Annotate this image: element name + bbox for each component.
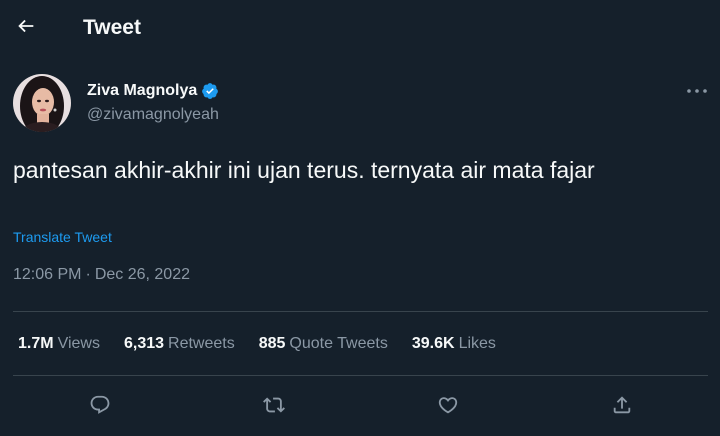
arrow-left-icon [18,19,34,33]
tweet-actions-bar [0,388,720,422]
share-icon [613,396,631,414]
stat-value: 6,313 [123,335,165,352]
author-handle[interactable]: @zivamagnolyeah [87,106,219,124]
tweet-text: pantesan akhir-akhir ini ujan terus. ter… [13,157,595,183]
share-button[interactable] [605,388,639,422]
tweet-timestamp: 12:06 PM · Dec 26, 2022 [13,266,190,284]
top-bar: Tweet [0,0,720,56]
retweet-icon [263,397,285,413]
tweet-date[interactable]: Dec 26, 2022 [95,266,190,284]
reply-button[interactable] [83,388,117,422]
views-stat[interactable]: 1.7M Views [18,335,100,353]
verified-badge-icon [201,81,221,101]
author-name-row: Ziva Magnolya [87,80,221,102]
retweets-stat[interactable]: 6,313 Retweets [124,335,235,353]
quote-tweets-stat[interactable]: 885 Quote Tweets [259,335,388,353]
stat-label: Retweets [168,335,235,352]
ellipsis-icon [687,89,707,93]
stat-value: 885 [258,335,286,352]
stat-value: 1.7M [18,335,54,352]
stat-label: Quote Tweets [289,335,388,352]
likes-stat[interactable]: 39.6K Likes [412,335,496,353]
tweet-stats: 1.7M Views 6,313 Retweets 885 Quote Twee… [18,335,520,353]
divider [13,375,708,376]
back-button[interactable] [12,12,40,40]
like-button[interactable] [431,388,465,422]
stat-label: Likes [458,335,496,352]
more-options-button[interactable] [683,81,711,101]
divider [13,311,708,312]
reply-icon [90,395,110,414]
translate-tweet-link[interactable]: Translate Tweet [13,229,112,245]
tweet-time[interactable]: 12:06 PM [13,266,81,284]
stat-value: 39.6K [411,335,455,352]
retweet-button[interactable] [257,388,291,422]
author-display-name[interactable]: Ziva Magnolya [87,82,197,100]
timestamp-separator: · [85,266,91,283]
stat-label: Views [57,335,100,352]
page-title: Tweet [83,16,141,39]
avatar[interactable] [13,74,71,132]
like-icon [438,397,458,414]
